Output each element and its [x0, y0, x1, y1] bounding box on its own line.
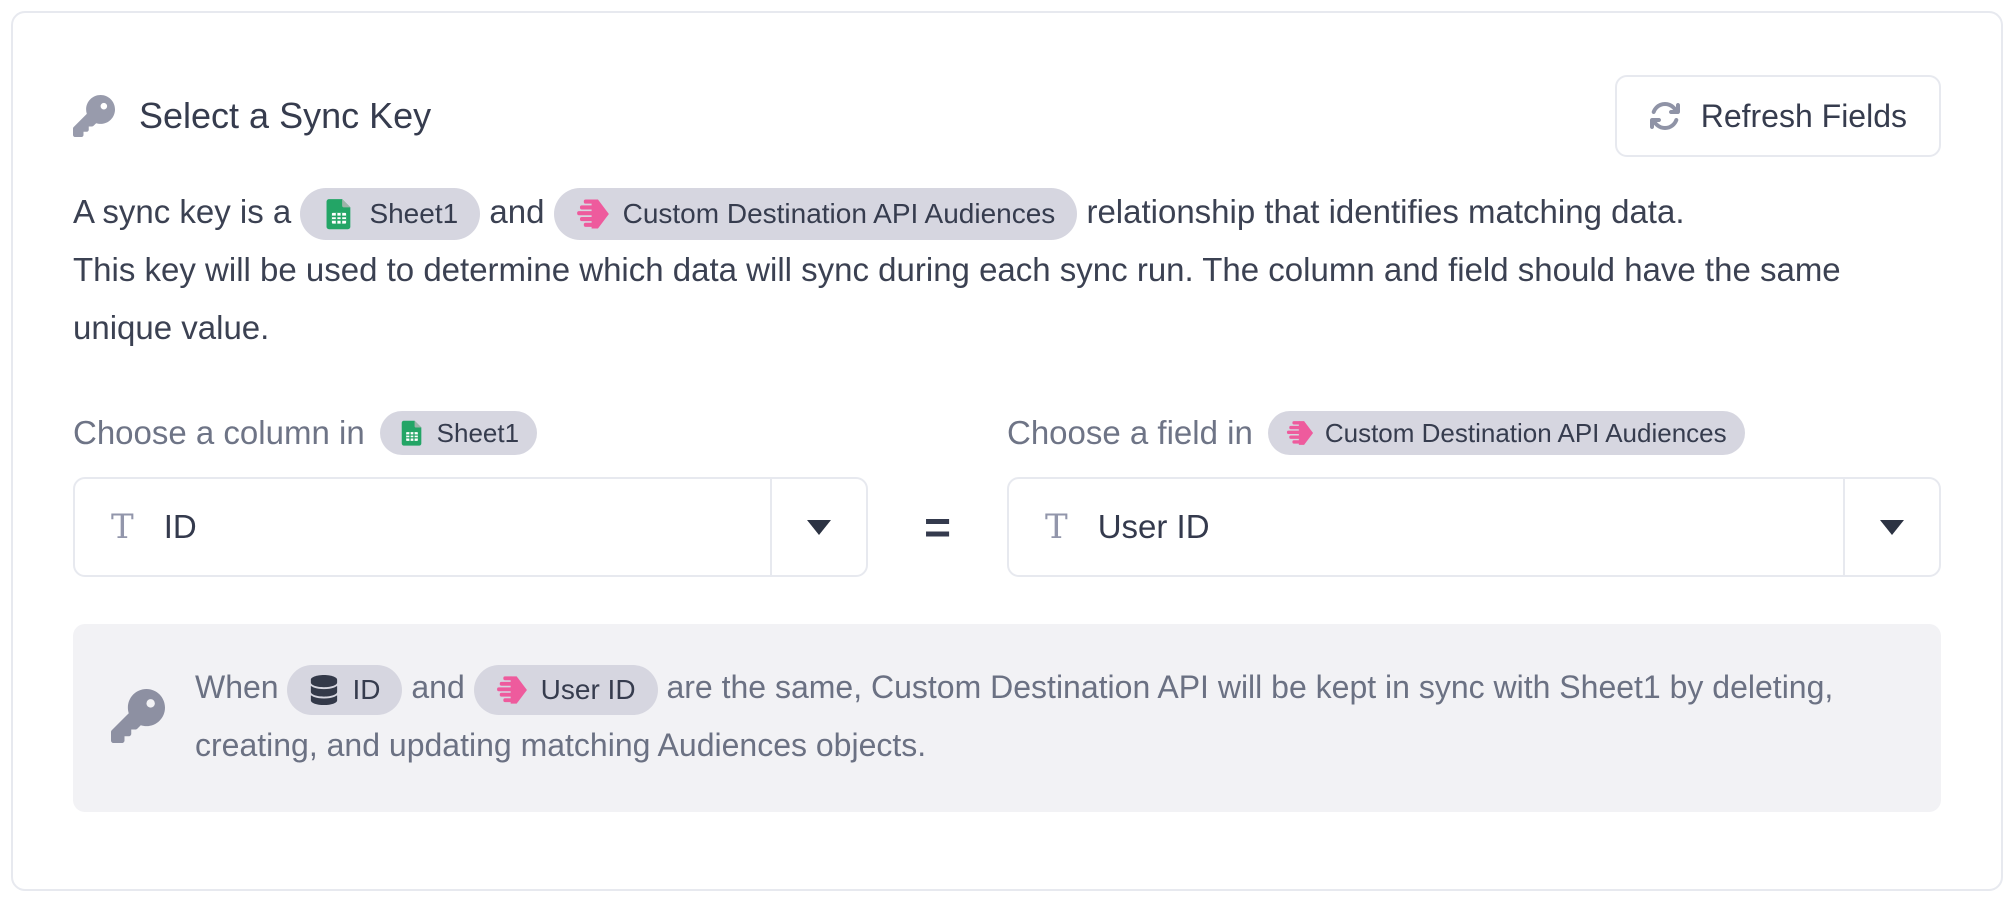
- field-select-label: Choose a field in: [1007, 414, 1253, 452]
- refresh-fields-button[interactable]: Refresh Fields: [1615, 75, 1941, 157]
- sync-key-description: A sync key is a Sheet1 and Custom Destin…: [73, 183, 1941, 357]
- description-tail-2: This key will be used to determine which…: [73, 241, 1941, 357]
- key-icon: [73, 95, 115, 137]
- source-badge-small-label: Sheet1: [437, 418, 519, 449]
- destination-badge-label: Custom Destination API Audiences: [623, 185, 1056, 243]
- text-type-icon: T: [111, 510, 134, 544]
- key-icon: [111, 689, 165, 743]
- sync-key-card: Select a Sync Key Refresh Fields A sync …: [11, 11, 2003, 891]
- column-select-label: Choose a column in: [73, 414, 365, 452]
- column-select[interactable]: T ID: [73, 477, 868, 577]
- page-title: Select a Sync Key: [139, 95, 431, 137]
- chevron-down-icon: [807, 520, 831, 535]
- field-select-dropdown-toggle[interactable]: [1843, 479, 1939, 575]
- refresh-fields-label: Refresh Fields: [1701, 98, 1907, 135]
- database-icon: [309, 675, 339, 705]
- info-field-badge: User ID: [474, 665, 658, 715]
- column-select-value-area[interactable]: T ID: [75, 479, 770, 575]
- field-select-label-row: Choose a field in Custom Destination API…: [1007, 411, 1941, 455]
- sheet-icon: [398, 419, 426, 447]
- info-column-badge: ID: [287, 665, 402, 715]
- field-select-value: User ID: [1098, 508, 1210, 546]
- source-badge-small: Sheet1: [380, 411, 537, 455]
- info-lead: When: [195, 669, 279, 705]
- description-line-1: A sync key is a Sheet1 and Custom Destin…: [73, 183, 1941, 241]
- description-tail-1: relationship that identifies matching da…: [1086, 193, 1684, 230]
- sync-key-info-text: When ID and User ID are the same, Custom…: [195, 658, 1901, 774]
- destination-badge-small: Custom Destination API Audiences: [1268, 411, 1745, 455]
- refresh-icon: [1649, 100, 1681, 132]
- column-select-group: Choose a column in Sheet1 T ID: [73, 411, 868, 577]
- text-type-icon: T: [1045, 510, 1068, 544]
- column-select-label-row: Choose a column in Sheet1: [73, 411, 868, 455]
- sync-key-selector-row: Choose a column in Sheet1 T ID =: [73, 411, 1941, 577]
- source-badge-label: Sheet1: [369, 185, 458, 243]
- chevron-down-icon: [1880, 520, 1904, 535]
- page-title-group: Select a Sync Key: [73, 95, 431, 137]
- custom-destination-icon: [1286, 419, 1314, 447]
- info-field-badge-label: User ID: [541, 661, 636, 719]
- field-select[interactable]: T User ID: [1007, 477, 1941, 577]
- sheet-icon: [322, 197, 356, 231]
- destination-badge: Custom Destination API Audiences: [554, 188, 1078, 240]
- field-select-group: Choose a field in Custom Destination API…: [1007, 411, 1941, 577]
- field-select-value-area[interactable]: T User ID: [1009, 479, 1843, 575]
- column-select-dropdown-toggle[interactable]: [770, 479, 866, 575]
- custom-destination-icon: [576, 197, 610, 231]
- description-lead: A sync key is a: [73, 193, 291, 230]
- sync-key-info-box: When ID and User ID are the same, Custom…: [73, 624, 1941, 812]
- column-select-value: ID: [164, 508, 197, 546]
- equals-separator: =: [868, 477, 1007, 577]
- info-column-badge-label: ID: [352, 661, 380, 719]
- description-conjunction: and: [489, 193, 544, 230]
- source-badge: Sheet1: [300, 188, 480, 240]
- info-conjunction: and: [411, 669, 464, 705]
- equals-sign: =: [924, 500, 951, 554]
- card-header: Select a Sync Key Refresh Fields: [73, 75, 1941, 157]
- destination-badge-small-label: Custom Destination API Audiences: [1325, 418, 1727, 449]
- custom-destination-icon: [496, 674, 528, 706]
